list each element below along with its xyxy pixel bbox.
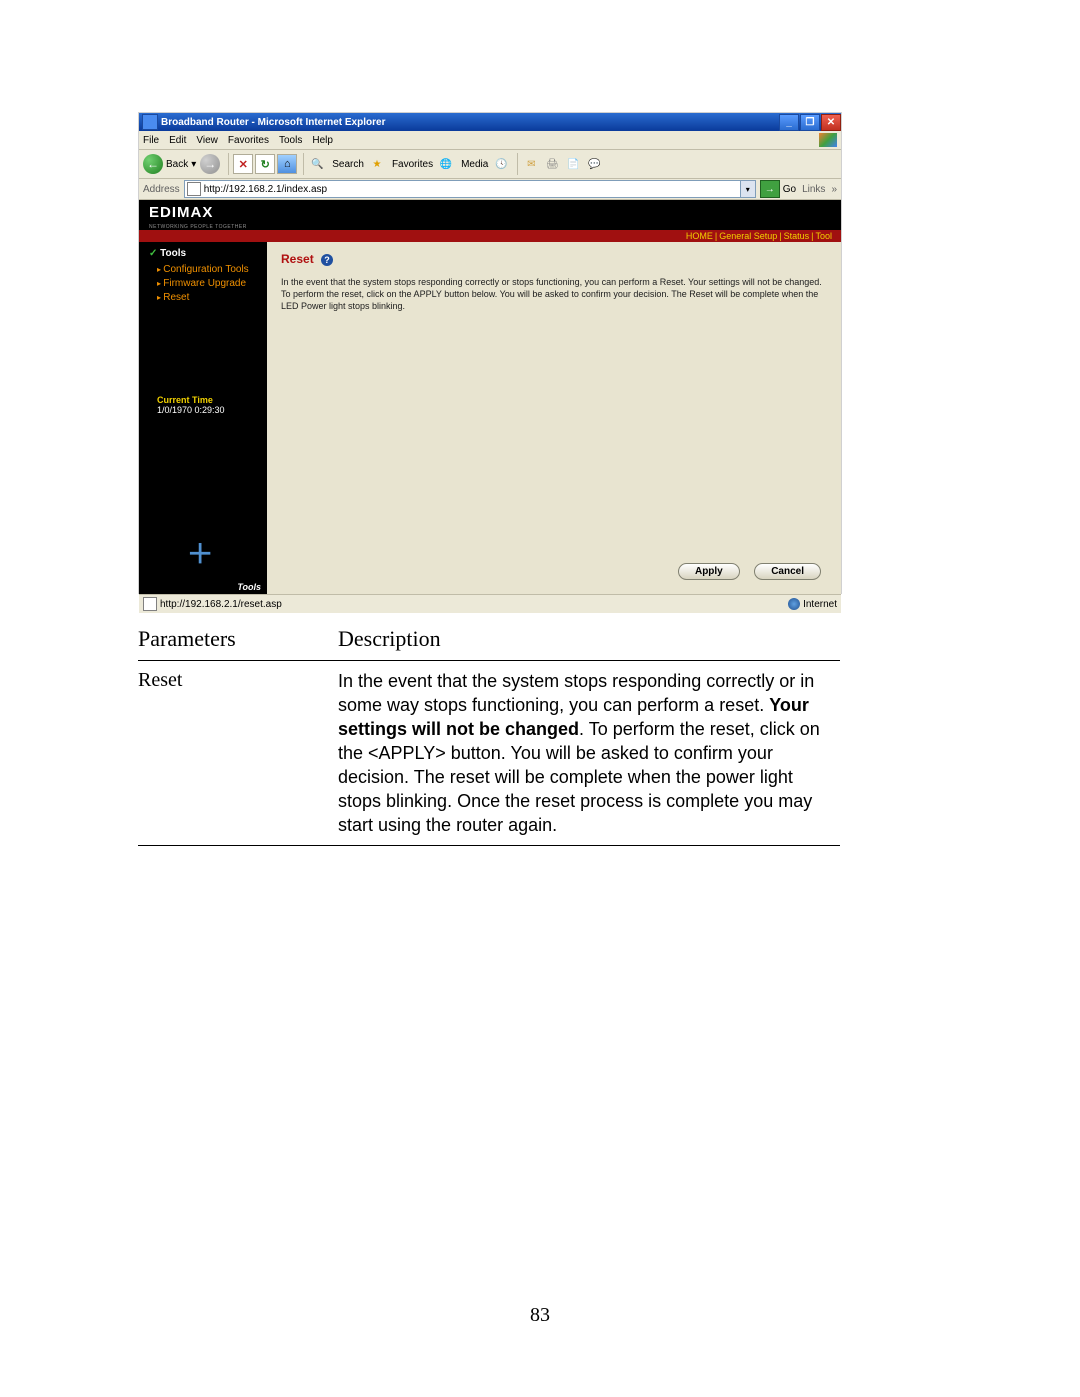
status-url: http://192.168.2.1/reset.asp	[160, 599, 282, 610]
links-label[interactable]: Links	[802, 184, 825, 195]
nav-general-setup[interactable]: General Setup	[719, 231, 777, 241]
window-titlebar: Broadband Router - Microsoft Internet Ex…	[139, 113, 841, 131]
maximize-button[interactable]: ❐	[800, 114, 820, 131]
media-button[interactable]: 🌐 Media	[437, 155, 488, 173]
star-icon: ★	[368, 155, 386, 173]
refresh-button[interactable]: ↻	[255, 154, 275, 174]
go-label: Go	[783, 184, 796, 195]
menu-edit[interactable]: Edit	[169, 135, 186, 146]
apply-button[interactable]: Apply	[678, 563, 740, 580]
content-body: In the event that the system stops respo…	[281, 276, 827, 312]
forward-icon: →	[200, 154, 220, 174]
current-time-label: Current Time	[139, 395, 267, 405]
status-bar: http://192.168.2.1/reset.asp Internet	[139, 594, 841, 613]
back-icon: ←	[143, 154, 163, 174]
sidebar-item-reset[interactable]: Reset	[139, 291, 267, 305]
go-button[interactable]: →	[760, 180, 780, 198]
forward-button[interactable]: →	[200, 154, 220, 174]
address-value: http://192.168.2.1/index.asp	[204, 184, 327, 195]
toolbar: ← Back ▾ → ✕ ↻ ⌂ 🔍 Search ★ Favorites 🌐	[139, 150, 841, 179]
current-time-value: 1/0/1970 0:29:30	[139, 405, 267, 415]
media-icon: 🌐	[437, 155, 455, 173]
window-title: Broadband Router - Microsoft Internet Ex…	[161, 117, 778, 128]
menu-view[interactable]: View	[196, 135, 218, 146]
mail-button[interactable]: ✉	[522, 155, 540, 173]
print-button[interactable]: 🖨	[543, 155, 561, 173]
cancel-button[interactable]: Cancel	[754, 563, 821, 580]
sidebar: Tools Configuration Tools Firmware Upgra…	[139, 242, 267, 594]
sidebar-title: Tools	[139, 248, 267, 259]
toolbar-separator	[303, 153, 304, 175]
nav-status[interactable]: Status	[784, 231, 810, 241]
favorites-button[interactable]: ★ Favorites	[368, 155, 433, 173]
table-header-parameters: Parameters	[138, 626, 338, 652]
top-nav: HOME| General Setup| Status| Tool	[139, 230, 841, 242]
content-area: Reset ? In the event that the system sto…	[267, 242, 841, 594]
menu-bar: File Edit View Favorites Tools Help	[139, 131, 841, 150]
minimize-button[interactable]: _	[779, 114, 799, 131]
tools-bottom-label: Tools	[237, 582, 267, 594]
address-label: Address	[143, 184, 180, 195]
router-page: EDIMAX NETWORKING PEOPLE TOGETHER HOME| …	[139, 200, 841, 594]
nav-tool[interactable]: Tool	[815, 231, 832, 241]
sidebar-item-firmware-upgrade[interactable]: Firmware Upgrade	[139, 277, 267, 291]
content-heading: Reset ?	[281, 252, 827, 266]
sidebar-item-configuration-tools[interactable]: Configuration Tools	[139, 263, 267, 277]
edit-button[interactable]: 📄	[564, 155, 582, 173]
discuss-button[interactable]: 💬	[585, 155, 603, 173]
help-icon[interactable]: ?	[321, 254, 333, 266]
table-row-description: In the event that the system stops respo…	[338, 669, 840, 837]
search-button[interactable]: 🔍 Search	[308, 155, 364, 173]
toolbar-separator	[228, 153, 229, 175]
table-header-description: Description	[338, 626, 441, 652]
address-bar: Address http://192.168.2.1/index.asp ▾ →…	[139, 179, 841, 200]
parameters-table: Parameters Description Reset In the even…	[138, 618, 840, 847]
search-icon: 🔍	[308, 155, 326, 173]
status-zone: Internet	[803, 599, 837, 610]
page-icon	[143, 597, 157, 611]
back-button[interactable]: ← Back ▾	[143, 154, 196, 174]
toolbar-separator	[517, 153, 518, 175]
tools-icon: ✕	[175, 534, 232, 591]
address-input[interactable]: http://192.168.2.1/index.asp	[184, 180, 741, 198]
menu-favorites[interactable]: Favorites	[228, 135, 269, 146]
menu-help[interactable]: Help	[312, 135, 333, 146]
logo-text: EDIMAX	[149, 204, 213, 221]
table-row-param: Reset	[138, 669, 338, 837]
page-number: 83	[0, 1304, 1080, 1327]
stop-button[interactable]: ✕	[233, 154, 253, 174]
menu-file[interactable]: File	[143, 135, 159, 146]
internet-zone-icon	[788, 598, 800, 610]
nav-home[interactable]: HOME	[686, 231, 713, 241]
menu-tools[interactable]: Tools	[279, 135, 302, 146]
home-button[interactable]: ⌂	[277, 154, 297, 174]
ie-icon	[142, 114, 158, 130]
logo-row: EDIMAX	[139, 200, 841, 226]
history-button[interactable]: 🕓	[492, 155, 510, 173]
windows-flag-icon	[819, 133, 837, 147]
address-dropdown[interactable]: ▾	[741, 180, 756, 198]
page-icon	[187, 182, 201, 196]
browser-screenshot: Broadband Router - Microsoft Internet Ex…	[138, 112, 842, 594]
close-button[interactable]: ✕	[821, 114, 841, 131]
